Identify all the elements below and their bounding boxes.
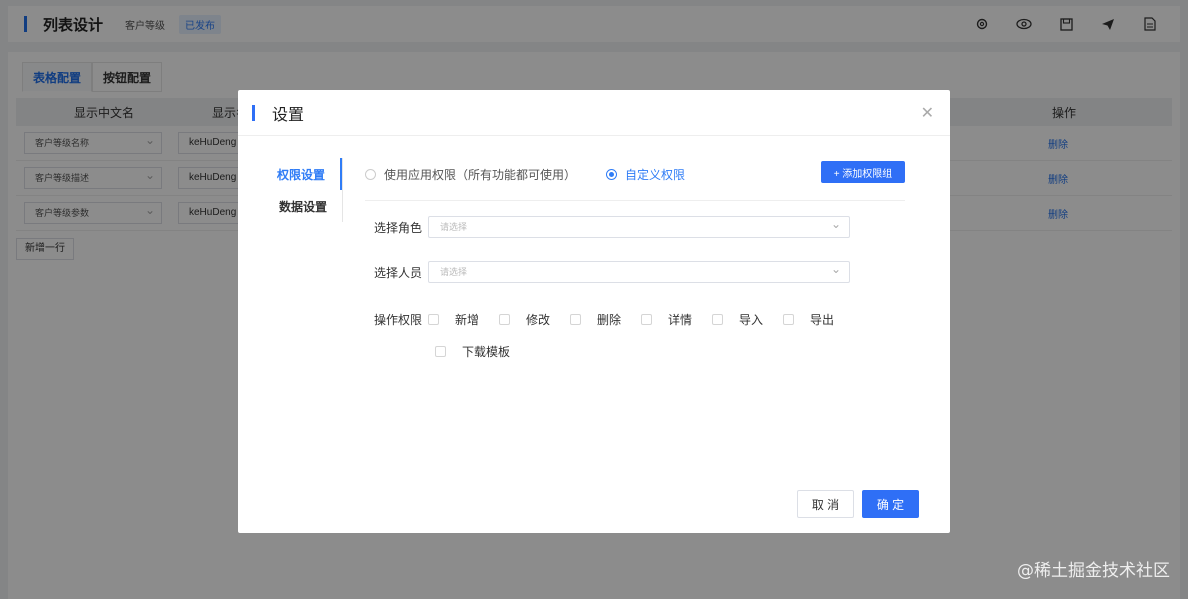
- close-icon[interactable]: ✕: [921, 103, 934, 123]
- permission-mode-row: 使用应用权限（所有功能都可使用） 自定义权限 + 添加权限组: [365, 158, 905, 190]
- checkbox-add[interactable]: 新增: [428, 311, 479, 328]
- operation-permission-label: 操作权限: [374, 313, 423, 327]
- role-select-placeholder: 请选择: [440, 222, 468, 232]
- checkbox-download-template[interactable]: 下载模板: [435, 343, 510, 360]
- confirm-button[interactable]: 确 定: [862, 490, 919, 518]
- person-select-placeholder: 请选择: [440, 267, 468, 277]
- chevron-down-icon: ⌄: [830, 262, 841, 276]
- side-item-permission-settings[interactable]: 权限设置: [238, 158, 342, 190]
- checkbox-export[interactable]: 导出: [783, 311, 834, 328]
- settings-dialog: 设置 ✕ 权限设置 数据设置 使用应用权限（所有功能都可使用） 自定义权限 + …: [238, 90, 950, 533]
- role-select[interactable]: 请选择 ⌄: [428, 216, 850, 238]
- checkbox-box: [570, 314, 581, 325]
- section-divider: [365, 200, 905, 201]
- radio-label: 自定义权限: [625, 167, 686, 182]
- checkbox-box: [641, 314, 652, 325]
- checkbox-label: 详情: [668, 313, 693, 327]
- watermark-text: @稀土掘金技术社区: [1017, 561, 1170, 581]
- radio-circle: [606, 168, 618, 180]
- dialog-header: 设置 ✕: [238, 90, 950, 136]
- checkbox-import[interactable]: 导入: [712, 311, 763, 328]
- checkbox-box: [783, 314, 794, 325]
- add-permission-group-button[interactable]: + 添加权限组: [821, 161, 905, 183]
- checkbox-box: [435, 346, 446, 357]
- checkbox-label: 导出: [810, 313, 835, 327]
- role-label: 选择角色: [374, 221, 423, 235]
- checkbox-label: 下载模板: [462, 345, 511, 359]
- side-nav-divider: [342, 158, 343, 222]
- person-select[interactable]: 请选择 ⌄: [428, 261, 850, 283]
- checkbox-label: 修改: [526, 313, 551, 327]
- checkbox-box: [712, 314, 723, 325]
- checkbox-label: 导入: [739, 313, 764, 327]
- person-label: 选择人员: [374, 266, 423, 280]
- radio-circle: [365, 168, 376, 180]
- checkbox-box: [499, 314, 510, 325]
- cancel-button[interactable]: 取 消: [797, 490, 854, 518]
- radio-app-permission[interactable]: 使用应用权限（所有功能都可使用）: [365, 166, 576, 183]
- side-item-data-settings[interactable]: 数据设置: [238, 190, 342, 222]
- dialog-title-accent: [252, 104, 255, 121]
- checkbox-label: 新增: [455, 313, 480, 327]
- checkbox-label: 删除: [597, 313, 622, 327]
- chevron-down-icon: ⌄: [830, 217, 841, 231]
- checkbox-edit[interactable]: 修改: [499, 311, 550, 328]
- radio-custom-permission[interactable]: 自定义权限: [606, 166, 685, 183]
- settings-side-nav: 权限设置 数据设置: [238, 158, 342, 222]
- checkbox-box: [428, 314, 439, 325]
- checkbox-detail[interactable]: 详情: [641, 311, 692, 328]
- checkbox-delete[interactable]: 删除: [570, 311, 621, 328]
- radio-label: 使用应用权限（所有功能都可使用）: [384, 167, 577, 182]
- dialog-title: 设置: [272, 106, 305, 124]
